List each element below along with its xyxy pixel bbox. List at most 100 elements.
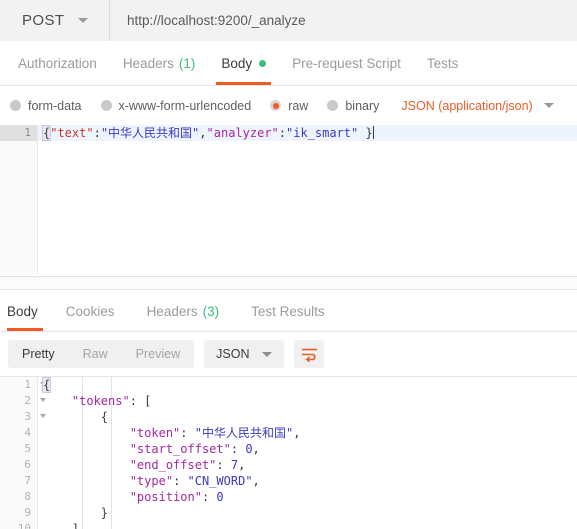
- response-code-line-6[interactable]: "end_offset": 7,: [38, 457, 577, 473]
- response-format-label: JSON: [216, 347, 250, 361]
- body-type-raw[interactable]: raw: [270, 99, 308, 113]
- response-line-number: 8: [24, 490, 31, 503]
- response-line-number: 10: [17, 522, 31, 529]
- request-url-text: http://localhost:9200/_analyze: [127, 13, 306, 28]
- request-url-input[interactable]: http://localhost:9200/_analyze: [110, 0, 577, 41]
- token-key: "token": [129, 426, 181, 440]
- radio-icon: [327, 100, 339, 111]
- token-punc: :: [129, 394, 145, 408]
- response-code-line-5[interactable]: "start_offset": 0,: [38, 441, 577, 457]
- response-code-line-10[interactable]: ]: [38, 521, 577, 529]
- request-code-line-1[interactable]: {"text":"中华人民共和国","analyzer":"ik_smart" …: [38, 125, 577, 141]
- token-key: "end_offset": [129, 458, 217, 472]
- token-punc: :: [173, 474, 188, 488]
- response-code-line-2[interactable]: "tokens": [: [38, 393, 577, 409]
- token-brace: }: [100, 506, 109, 520]
- response-code-line-4[interactable]: "token": "中华人民共和国",: [38, 425, 577, 441]
- token-str: "中华人民共和国": [194, 426, 294, 440]
- request-body-editor[interactable]: 1 {"text":"中华人民共和国","analyzer":"ik_smart…: [0, 125, 577, 274]
- pane-splitter[interactable]: [0, 276, 577, 290]
- response-line-number: 4: [24, 426, 31, 439]
- view-mode-preview[interactable]: Preview: [122, 340, 194, 368]
- response-view-mode-group: Pretty Raw Preview: [8, 340, 195, 368]
- response-tab-body[interactable]: Body: [0, 292, 50, 331]
- http-method-selector[interactable]: POST: [0, 0, 110, 41]
- response-code-line-9[interactable]: }: [38, 505, 577, 521]
- token-brace: {: [100, 410, 109, 424]
- chevron-down-icon: [543, 103, 554, 108]
- request-tabs: Authorization Headers (1) Body Pre-reque…: [0, 41, 577, 86]
- token-num: 7: [230, 458, 239, 472]
- response-tab-test-results[interactable]: Test Results: [235, 292, 341, 331]
- response-body-editor[interactable]: 1234567891011 { "tokens": [ { "token": "…: [0, 377, 577, 529]
- response-code-line-1[interactable]: {: [38, 377, 577, 393]
- token-punc: :: [201, 490, 217, 504]
- token-key: "start_offset": [129, 442, 231, 456]
- token-num: 0: [245, 442, 253, 456]
- response-format-dropdown[interactable]: JSON: [204, 340, 285, 368]
- view-mode-pretty[interactable]: Pretty: [8, 340, 69, 368]
- response-line-number: 2: [0, 393, 46, 409]
- response-tab-cookies[interactable]: Cookies: [50, 292, 131, 331]
- request-value-analyzer: "ik_smart": [286, 126, 359, 140]
- chevron-down-icon: [262, 351, 273, 357]
- response-tab-headers-count: (3): [202, 304, 220, 319]
- word-wrap-icon: [301, 348, 317, 362]
- request-colon-2: :: [278, 126, 286, 140]
- radio-selected-icon: [270, 100, 282, 111]
- token-key: "tokens": [71, 394, 130, 408]
- content-type-dropdown[interactable]: JSON (application/json): [401, 98, 554, 113]
- token-punc: :: [180, 426, 195, 440]
- tab-body-label: Body: [221, 55, 253, 71]
- view-mode-raw[interactable]: Raw: [69, 340, 122, 368]
- token-brace: {: [41, 377, 52, 393]
- word-wrap-button[interactable]: [294, 340, 325, 368]
- tab-headers-label: Headers: [122, 55, 174, 71]
- body-type-binary[interactable]: binary: [327, 99, 379, 113]
- body-modified-dot-icon: [259, 59, 267, 67]
- body-type-urlencoded[interactable]: x-www-form-urlencoded: [100, 99, 251, 113]
- request-value-text: "中华人民共和国": [100, 126, 200, 140]
- request-close-brace: }: [358, 126, 373, 140]
- body-type-raw-label: raw: [288, 98, 309, 113]
- response-tab-headers-label: Headers: [146, 304, 198, 319]
- response-tab-test-results-label: Test Results: [251, 304, 325, 319]
- tab-pre-request-script[interactable]: Pre-request Script: [279, 41, 414, 85]
- body-type-row: form-data x-www-form-urlencoded raw bina…: [0, 86, 577, 125]
- response-line-number: 3: [0, 409, 46, 425]
- token-punc: :: [216, 458, 231, 472]
- request-editor-code[interactable]: {"text":"中华人民共和国","analyzer":"ik_smart" …: [38, 125, 577, 274]
- token-punc: ,: [252, 442, 260, 456]
- token-punc: :: [230, 442, 246, 456]
- token-punc: ,: [252, 474, 260, 488]
- response-line-number: 7: [24, 474, 31, 487]
- tab-headers[interactable]: Headers (1): [110, 41, 209, 85]
- content-type-label: JSON (application/json): [401, 98, 533, 113]
- request-key-analyzer: "analyzer": [206, 126, 279, 140]
- response-tabs: Body Cookies Headers (3) Test Results: [0, 292, 577, 332]
- response-tab-headers[interactable]: Headers (3): [131, 292, 236, 331]
- response-editor-code[interactable]: { "tokens": [ { "token": "中华人民共和国", "sta…: [38, 377, 577, 529]
- token-key: "type": [129, 474, 174, 488]
- tab-tests[interactable]: Tests: [414, 41, 472, 85]
- tab-body[interactable]: Body: [208, 41, 279, 85]
- body-type-binary-label: binary: [345, 98, 380, 113]
- response-line-number: 5: [24, 442, 31, 455]
- response-toolbar: Pretty Raw Preview JSON: [0, 332, 577, 376]
- tab-authorization[interactable]: Authorization: [5, 41, 110, 85]
- tab-headers-count: (1): [178, 55, 196, 71]
- body-type-form-data-label: form-data: [28, 98, 82, 113]
- body-type-form-data[interactable]: form-data: [10, 99, 82, 113]
- response-code-line-3[interactable]: {: [38, 409, 577, 425]
- response-line-number: 6: [24, 458, 31, 471]
- response-code-line-7[interactable]: "type": "CN_WORD",: [38, 473, 577, 489]
- response-line-number: 1: [0, 377, 46, 393]
- response-code-line-8[interactable]: "position": 0: [38, 489, 577, 505]
